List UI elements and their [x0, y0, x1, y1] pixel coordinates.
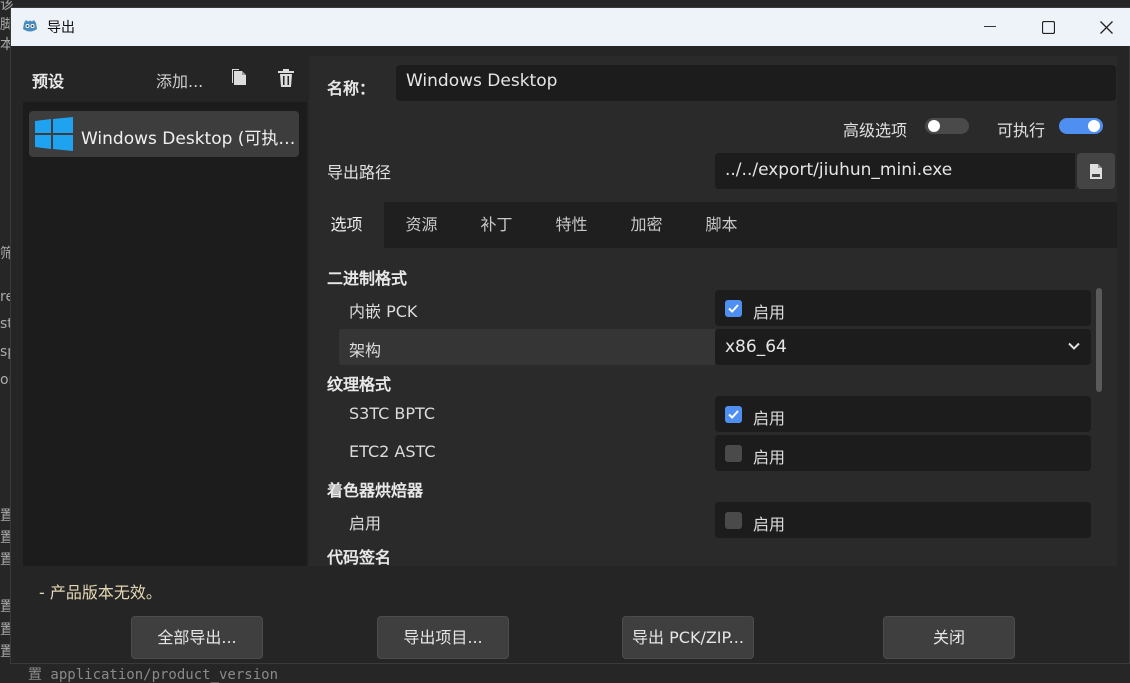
export-project-button[interactable]: 导出项目... [377, 616, 509, 659]
runnable-label: 可执行 [997, 121, 1046, 140]
maximize-icon [1041, 20, 1055, 34]
embed-pck-label: 内嵌 PCK [349, 302, 418, 321]
etc2-astc-value: 启用 [753, 448, 786, 467]
checkbox-unchecked-icon [725, 445, 742, 462]
tab-features[interactable]: 特性 [534, 202, 609, 248]
section-texture-format: 纹理格式 [327, 375, 392, 394]
export-all-button[interactable]: 全部导出... [131, 616, 263, 659]
etc2-astc-checkbox[interactable]: 启用 [715, 435, 1091, 471]
embed-pck-checkbox[interactable]: 启用 [715, 290, 1091, 326]
options-tabs: 选项 资源 补丁 特性 加密 脚本 [309, 202, 1117, 248]
checkbox-checked-icon [725, 300, 742, 317]
architecture-label: 架构 [349, 341, 382, 360]
file-icon [1090, 163, 1102, 179]
shader-baker-checkbox[interactable]: 启用 [715, 502, 1091, 538]
embed-pck-value: 启用 [753, 303, 786, 322]
export-pck-zip-button[interactable]: 导出 PCK/ZIP... [622, 616, 754, 659]
presets-header: 预设 添加... [23, 58, 307, 98]
warning-message: - 产品版本无效。 [39, 583, 162, 602]
s3tc-bptc-label: S3TC BPTC [349, 404, 436, 423]
options-list: 二进制格式 内嵌 PCK 启用 架构 x86_64 纹理格式 S3TC BPTC [309, 248, 1117, 567]
s3tc-bptc-value: 启用 [753, 409, 786, 428]
runnable-toggle[interactable] [1059, 118, 1103, 134]
minimize-icon [984, 26, 996, 27]
close-button[interactable]: 关闭 [883, 616, 1015, 659]
browse-path-button[interactable] [1077, 153, 1115, 189]
arch-row-highlight [339, 329, 715, 365]
section-code-signing: 代码签名 [327, 548, 392, 567]
windows-logo-icon [35, 117, 73, 151]
export-path-label: 导出路径 [327, 163, 392, 182]
background-bottom-text: 置 application/product_version [28, 667, 279, 683]
minimize-button[interactable] [961, 8, 1019, 46]
advanced-options-label: 高级选项 [843, 121, 908, 140]
delete-preset-icon[interactable] [276, 68, 296, 88]
tab-scripts[interactable]: 脚本 [684, 202, 759, 248]
shader-baker-enabled-label: 启用 [349, 514, 382, 533]
preset-list: Windows Desktop (可执… [23, 102, 307, 566]
architecture-value: x86_64 [725, 337, 787, 357]
name-label: 名称： [327, 79, 376, 98]
tab-encryption[interactable]: 加密 [609, 202, 684, 248]
presets-label: 预设 [32, 72, 65, 91]
s3tc-bptc-checkbox[interactable]: 启用 [715, 396, 1091, 432]
export-dialog: 导出 预设 添加... Windows Desktop (可执… 名称： Win… [10, 7, 1130, 664]
duplicate-preset-icon[interactable] [231, 68, 249, 88]
shader-baker-value: 启用 [753, 515, 786, 534]
presets-panel: 预设 添加... Windows Desktop (可执… [23, 58, 307, 566]
preset-item-label: Windows Desktop (可执… [81, 129, 296, 149]
preset-details-panel: 名称： Windows Desktop 高级选项 可执行 导出路径 ../../… [309, 56, 1117, 567]
close-window-button[interactable] [1077, 8, 1130, 46]
advanced-options-toggle[interactable] [925, 118, 969, 134]
preset-item-windows-desktop[interactable]: Windows Desktop (可执… [29, 111, 299, 157]
section-binary-format: 二进制格式 [327, 269, 408, 288]
window-title: 导出 [47, 20, 75, 36]
close-icon [1099, 20, 1113, 34]
tab-resources[interactable]: 资源 [384, 202, 459, 248]
add-preset-button[interactable]: 添加... [156, 68, 203, 92]
godot-icon [23, 20, 37, 32]
checkbox-checked-icon [725, 406, 742, 423]
options-scrollbar[interactable] [1096, 288, 1102, 392]
etc2-astc-label: ETC2 ASTC [349, 442, 436, 461]
tab-options[interactable]: 选项 [309, 202, 384, 248]
maximize-button[interactable] [1019, 8, 1077, 46]
titlebar: 导出 [11, 8, 1130, 46]
tab-patches[interactable]: 补丁 [459, 202, 534, 248]
checkbox-unchecked-icon [725, 512, 742, 529]
chevron-down-icon [1068, 342, 1080, 350]
section-shader-baker: 着色器烘焙器 [327, 481, 424, 500]
background-editor-left: 该脚本 筛 re st sp or 置 置 置 置 置 置 [0, 0, 16, 683]
preset-name-input[interactable]: Windows Desktop [396, 65, 1116, 101]
export-path-input[interactable]: ../../export/jiuhun_mini.exe [715, 153, 1075, 189]
architecture-select[interactable]: x86_64 [715, 329, 1091, 365]
